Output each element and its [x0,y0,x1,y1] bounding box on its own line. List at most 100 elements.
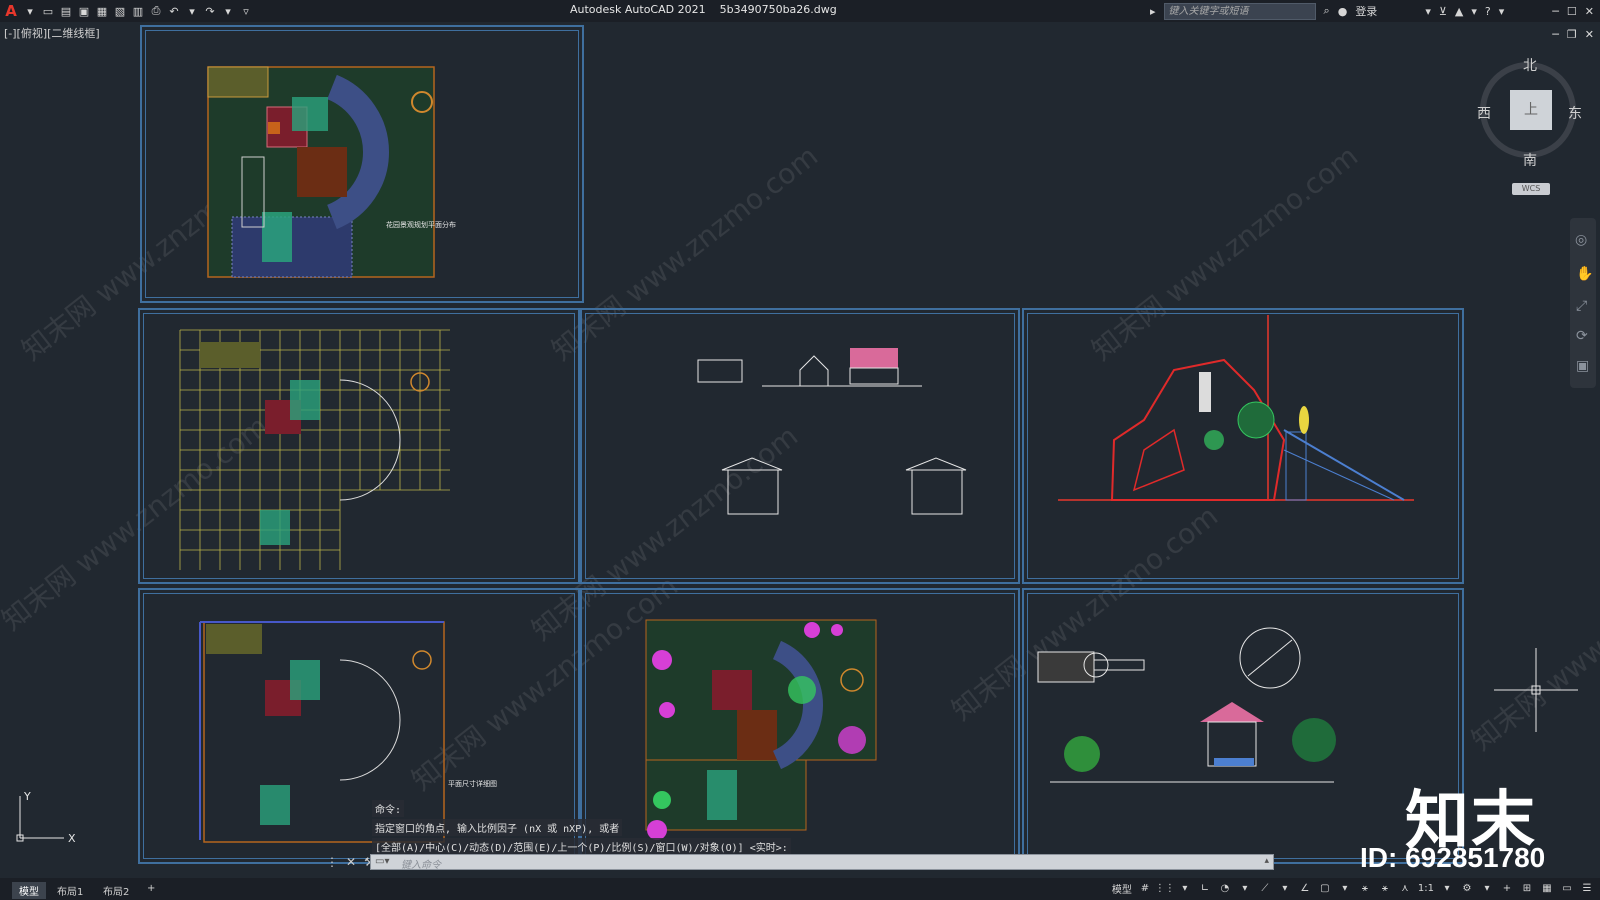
compass-south[interactable]: 南 [1523,150,1537,170]
tab-layout1[interactable]: 布局1 [50,882,90,899]
redo-dropdown-icon[interactable]: ▾ [222,5,234,18]
autocad-logo-icon[interactable]: A [4,2,18,20]
compass-north[interactable]: 北 [1523,55,1537,75]
svg-text:X: X [68,832,76,845]
window-title: Autodesk AutoCAD 2021 5b3490750ba26.dwg [570,3,837,16]
a360-icon[interactable]: ▲ [1455,5,1463,18]
navigation-bar: ◎ ✋ ⤢ ⟳ ▣ [1570,218,1596,388]
ortho-icon[interactable]: ∟ [1198,882,1212,896]
a360-dropdown-icon[interactable]: ▾ [1471,5,1477,18]
tab-layout2[interactable]: 布局2 [96,882,136,899]
grid-icon[interactable]: # [1138,882,1152,896]
viewport-master-plan[interactable]: 花园景观规划平面分布 [140,25,584,303]
close-command-icon[interactable]: ✕ [346,855,356,869]
section-details-drawing [1037,627,1336,783]
object-snap-dropdown-icon[interactable]: ▾ [1338,882,1352,896]
master-plan-drawing: 花园景观规划平面分布 [207,66,456,278]
command-history: 命令: 指定窗口的角点, 输入比例因子 (nX 或 nXP), 或者 [全部(A… [372,800,791,857]
zoom-icon[interactable]: ⤢ [1576,298,1587,314]
customize-toolbar-icon[interactable]: ▿ [240,5,252,18]
isodraft-icon[interactable]: ⟋ [1258,882,1272,896]
rockery-elevation-drawing [1058,315,1414,501]
annotation-visibility-icon[interactable]: ⚹ [1358,882,1372,896]
help-dropdown-icon[interactable]: ▾ [1499,5,1505,18]
viewport-rockery-elevation[interactable] [1022,308,1464,584]
plan-title-2: 平面尺寸详细图 [448,779,497,788]
customize-statusbar-icon[interactable]: ☰ [1580,882,1594,896]
command-history-line-2: [全部(A)/中心(C)/动态(D)/范围(E)/上一个(P)/比例(S)/窗口… [372,838,791,855]
model-space-button[interactable]: 模型 [1112,881,1132,896]
polar-icon[interactable]: ◔ [1218,882,1232,896]
login-dropdown-icon[interactable]: ▾ [1425,5,1431,18]
isolate-objects-icon[interactable]: ▭ [1560,882,1574,896]
undo-icon[interactable]: ↶ [168,5,180,18]
workspace-icon[interactable]: ⚙ [1460,882,1474,896]
quick-properties-icon[interactable]: ▦ [1540,882,1554,896]
pavilion-details-drawing [697,348,967,515]
title-bar: A ▾ ▭ ▤ ▣ ▦ ▧ ▥ ⎙ ↶ ▾ ↷ ▾ ▿ Autodesk Aut… [0,0,1600,22]
undo-dropdown-icon[interactable]: ▾ [186,5,198,18]
pan-icon[interactable]: ✋ [1576,266,1593,282]
command-recent-icon[interactable]: ▭▾ [375,856,389,867]
save-as-icon[interactable]: ▦ [96,5,108,18]
workspace-dropdown-icon[interactable]: ▾ [1480,882,1494,896]
grid-plan-drawing [179,329,450,570]
open-folder-icon[interactable]: ▤ [60,5,72,18]
compass-west[interactable]: 西 [1477,103,1491,123]
close-icon[interactable]: ✕ [1585,5,1594,18]
showmotion-icon[interactable]: ▣ [1576,358,1589,374]
object-snap-tracking-icon[interactable]: ∠ [1298,882,1312,896]
search-expand-icon[interactable]: ▸ [1150,5,1156,18]
viewport-grid-plan[interactable] [138,308,580,584]
plan-title-1: 花园景观规划平面分布 [386,220,456,229]
search-icon[interactable]: ⌕ [1324,4,1330,18]
snap-dropdown-icon[interactable]: ▾ [1178,882,1192,896]
new-file-icon[interactable]: ▭ [42,5,54,18]
tab-model[interactable]: 模型 [12,882,46,899]
command-input[interactable]: ▭▾ 键入命令 ▴ [370,854,1274,871]
cart-icon[interactable]: ⊻ [1439,5,1447,18]
object-snap-icon[interactable]: ▢ [1318,882,1332,896]
command-expand-icon[interactable]: ▴ [1264,856,1269,866]
save-icon[interactable]: ▣ [78,5,90,18]
app-title: Autodesk AutoCAD 2021 [570,3,706,16]
units-icon[interactable]: ⊞ [1520,882,1534,896]
viewcube-top-face[interactable]: 上 [1510,90,1552,130]
annotation-scale-icon[interactable]: ⋏ [1398,882,1412,896]
maximize-icon[interactable]: ☐ [1567,5,1577,18]
status-bar: 模型 布局1 布局2 + 模型 # ⋮⋮ ▾ ∟ ◔ ▾ ⟋ ▾ ∠ ▢ ▾ ⚹… [0,878,1600,900]
title-right-tools: ▸ 键入关键字或短语 ⌕ ● 登录 ▾ ⊻ ▲ ▾ ? ▾ ─ ☐ ✕ [1150,0,1600,22]
polar-dropdown-icon[interactable]: ▾ [1238,882,1252,896]
redo-icon[interactable]: ↷ [204,5,216,18]
minimize-icon[interactable]: ─ [1552,5,1559,18]
annotation-scale-value[interactable]: 1:1 [1418,883,1434,894]
steering-wheel-icon[interactable]: ◎ [1575,232,1587,248]
drawing-canvas[interactable]: 知末网 www.znzmo.com 知末网 www.znzmo.com 知末网 … [0,22,1600,878]
login-button[interactable]: 登录 [1355,3,1377,19]
snap-icon[interactable]: ⋮⋮ [1155,882,1175,896]
plot-icon[interactable]: ⎙ [150,4,162,17]
compass-east[interactable]: 东 [1568,103,1582,123]
command-prompt: 命令: [372,800,405,817]
quick-access-toolbar: A ▾ ▭ ▤ ▣ ▦ ▧ ▥ ⎙ ↶ ▾ ↷ ▾ ▿ [0,2,252,20]
auto-scale-icon[interactable]: ⚹ [1378,882,1392,896]
grip-icon[interactable]: ⋮ [326,855,338,869]
viewport-pavilion-details[interactable] [580,308,1020,584]
command-line-buttons: ⋮ ✕ ⚒ [326,855,375,869]
user-icon[interactable]: ● [1338,5,1348,18]
help-icon[interactable]: ? [1485,5,1491,18]
open-web-icon[interactable]: ▧ [114,5,126,18]
wcs-menu[interactable]: WCS [1512,183,1550,195]
search-input[interactable]: 键入关键字或短语 [1163,2,1316,20]
orbit-icon[interactable]: ⟳ [1576,328,1588,344]
cursor-crosshair [1494,648,1578,732]
save-web-icon[interactable]: ▥ [132,5,144,18]
isodraft-dropdown-icon[interactable]: ▾ [1278,882,1292,896]
ucs-axis-icon: Y X [16,790,76,845]
viewport-section-details[interactable] [1022,588,1464,864]
annotation-monitor-icon[interactable]: + [1500,882,1514,896]
scale-dropdown-icon[interactable]: ▾ [1440,882,1454,896]
file-name: 5b3490750ba26.dwg [719,3,837,16]
dropdown-icon[interactable]: ▾ [24,5,36,18]
add-layout-icon[interactable]: + [140,882,162,895]
